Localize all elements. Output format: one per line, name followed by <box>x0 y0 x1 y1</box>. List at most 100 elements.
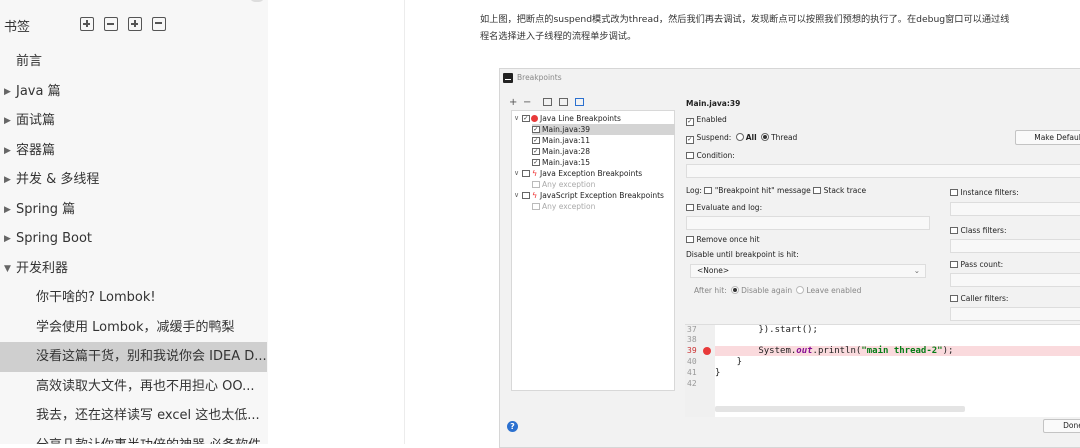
condition-checkbox[interactable]: Condition: <box>686 150 735 161</box>
pass-count-checkbox[interactable]: Pass count: <box>950 259 1003 270</box>
radio-disable-again[interactable] <box>731 286 740 294</box>
caret-down-icon[interactable]: ▼ <box>4 254 11 284</box>
toc-item[interactable]: 分享几款让你事半功倍的神器 必备软件 <box>0 431 268 445</box>
checkbox-icon[interactable] <box>950 188 958 196</box>
evaluate-field[interactable] <box>686 216 930 230</box>
pass-count-field[interactable] <box>950 273 1080 287</box>
toc-item-label: Spring Boot <box>16 231 93 246</box>
toc-item-label: 我去，还在这样读写 excel 这也太低... <box>36 408 260 423</box>
checkbox-icon[interactable] <box>950 226 958 234</box>
remove-once-checkbox[interactable]: Remove once hit <box>686 234 760 245</box>
checkbox-icon[interactable] <box>950 260 958 268</box>
toc-item[interactable]: 我去，还在这样读写 excel 这也太低... <box>0 401 268 431</box>
checkbox-icon[interactable] <box>532 202 540 210</box>
checkbox-icon[interactable] <box>522 191 530 199</box>
pane-divider[interactable] <box>404 0 405 444</box>
toc-item[interactable]: 你干啥的? Lombok! <box>0 283 268 313</box>
breakpoint-heading: Main.java:39 <box>686 99 741 108</box>
checkbox-icon[interactable]: ✓ <box>532 158 540 166</box>
done-button[interactable]: Done <box>1043 419 1080 433</box>
toc-item[interactable]: 高效读取大文件，再也不用担心 OO... <box>0 372 268 402</box>
toc-item[interactable]: ▶ Spring Boot <box>0 224 268 254</box>
line-number: 38 <box>687 335 697 344</box>
enabled-checkbox[interactable]: ✓ Enabled <box>686 114 727 126</box>
group-by-package-icon[interactable] <box>575 98 584 106</box>
add-breakpoint-button[interactable]: + <box>509 97 517 108</box>
make-default-button[interactable]: Make Default <box>1015 130 1080 145</box>
toc-item[interactable]: 学会使用 Lombok，减缓手的鸭梨 <box>0 313 268 343</box>
disable-until-select[interactable]: <None> ⌄ <box>690 264 926 278</box>
caller-filters-checkbox[interactable]: Caller filters: <box>950 293 1008 304</box>
tree-item[interactable]: ✓ Main.java:15 <box>532 157 672 168</box>
checkbox-icon[interactable]: ✓ <box>532 147 540 155</box>
tree-item[interactable]: ✓ Main.java:28 <box>532 146 672 157</box>
sidebar-close-icon[interactable] <box>250 0 264 2</box>
toc-item-label: 开发利器 <box>16 260 69 276</box>
checkbox-icon[interactable] <box>522 169 530 177</box>
checkbox-icon[interactable] <box>704 186 712 194</box>
tree-group-java-exception[interactable]: ∨ ϟ Java Exception Breakpoints <box>514 168 672 179</box>
chevron-down-icon[interactable]: ∨ <box>514 113 519 124</box>
instance-filters-checkbox[interactable]: Instance filters: <box>950 187 1019 198</box>
radio-leave-enabled[interactable] <box>796 286 805 294</box>
help-icon[interactable]: ? <box>507 421 518 432</box>
sidebar-top-bar <box>0 0 268 4</box>
tree-item[interactable]: ✓ Main.java:39 <box>532 124 675 135</box>
toc-item[interactable]: 前言 <box>0 47 268 77</box>
evaluate-label: Evaluate and log: <box>696 203 763 212</box>
dialog-title: Breakpoints <box>517 73 562 82</box>
collapse-all-icon[interactable] <box>104 17 118 31</box>
radio-all[interactable] <box>735 133 744 141</box>
breakpoint-dot-icon[interactable] <box>703 347 711 355</box>
caret-right-icon[interactable]: ▶ <box>4 136 11 166</box>
caller-filters-field[interactable] <box>950 307 1080 321</box>
toc-item[interactable]: ▶ 容器篇 <box>0 136 268 166</box>
caret-right-icon[interactable]: ▶ <box>4 224 11 254</box>
checkbox-icon[interactable] <box>813 186 821 194</box>
tree-group-java-line[interactable]: ∨ ✓ Java Line Breakpoints <box>514 113 672 124</box>
toc-item[interactable]: 没看这篇干货，别和我说你会 IDEA D... <box>0 342 267 372</box>
bookmark-label: 书签 <box>4 20 31 35</box>
chevron-down-icon[interactable]: ∨ <box>514 190 519 201</box>
bookmark-icon[interactable] <box>152 17 166 31</box>
horizontal-scrollbar[interactable] <box>715 406 965 412</box>
checkbox-icon[interactable]: ✓ <box>532 136 540 144</box>
caret-right-icon[interactable]: ▶ <box>4 165 11 195</box>
checkbox-icon[interactable] <box>686 151 694 159</box>
toc-item[interactable]: ▶ 并发 & 多线程 <box>0 165 268 195</box>
tree-item[interactable]: Any exception <box>532 179 672 190</box>
tree-item[interactable]: ✓ Main.java:11 <box>532 135 672 146</box>
remove-breakpoint-button[interactable]: − <box>523 97 531 108</box>
expand-all-icon[interactable] <box>80 17 94 31</box>
condition-field[interactable] <box>686 164 1080 178</box>
checkbox-icon[interactable] <box>686 235 694 243</box>
caret-right-icon[interactable]: ▶ <box>4 77 11 107</box>
toc-item[interactable]: ▶ 面试篇 <box>0 106 268 136</box>
add-bookmark-icon[interactable] <box>128 17 142 31</box>
toc-item[interactable]: ▼ 开发利器 <box>0 254 268 284</box>
tree-item[interactable]: Any exception <box>532 201 672 212</box>
checkbox-icon[interactable]: ✓ <box>522 114 530 122</box>
tree-group-js-exception[interactable]: ∨ ϟ JavaScript Exception Breakpoints <box>514 190 672 201</box>
checkbox-icon[interactable] <box>950 294 958 302</box>
toc-item[interactable]: ▶ Spring 篇 <box>0 195 268 225</box>
class-filters-field[interactable] <box>950 239 1080 253</box>
toc-item[interactable]: ▶ Java 篇 <box>0 77 268 107</box>
radio-thread[interactable] <box>761 133 770 141</box>
code-field: out <box>796 346 813 356</box>
class-filters-checkbox[interactable]: Class filters: <box>950 225 1007 236</box>
checkbox-icon[interactable]: ✓ <box>686 136 694 144</box>
chevron-down-icon[interactable]: ∨ <box>514 168 519 179</box>
tree-label: Main.java:39 <box>542 125 591 134</box>
evaluate-checkbox[interactable]: Evaluate and log: <box>686 202 762 213</box>
checkbox-icon[interactable]: ✓ <box>686 118 694 126</box>
checkbox-icon[interactable] <box>532 180 540 188</box>
suspend-row: ✓ Suspend: All Thread <box>686 132 797 144</box>
caret-right-icon[interactable]: ▶ <box>4 106 11 136</box>
checkbox-icon[interactable]: ✓ <box>532 125 540 133</box>
checkbox-icon[interactable] <box>686 203 694 211</box>
caret-right-icon[interactable]: ▶ <box>4 195 11 225</box>
group-by-file-icon[interactable] <box>543 98 552 106</box>
instance-filters-field[interactable] <box>950 202 1080 216</box>
group-by-class-icon[interactable] <box>559 98 568 106</box>
